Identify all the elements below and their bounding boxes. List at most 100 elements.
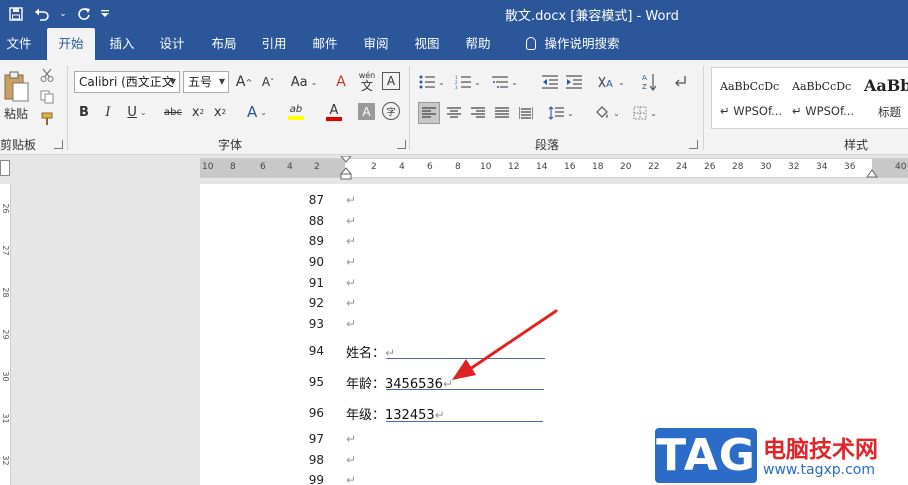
style-item[interactable]: AaBbCcDc ↵ WPSOf... (784, 68, 856, 128)
clipboard-launcher-icon[interactable] (54, 140, 63, 149)
increase-indent-button[interactable] (564, 72, 584, 92)
enclose-characters-icon: 字 (386, 107, 396, 118)
paste-button[interactable]: 粘贴 (0, 66, 32, 126)
align-right-icon (471, 107, 485, 118)
format-painter-icon[interactable] (38, 110, 56, 128)
line-spacing-button[interactable]: ⌄ (546, 103, 576, 123)
show-marks-button[interactable] (672, 72, 690, 92)
tell-me-search[interactable]: 操作说明搜索 (518, 28, 628, 60)
chevron-down-icon: ⌄ (567, 108, 574, 118)
chevron-down-icon: ⌄ (474, 77, 481, 87)
ruler-number: 30 (760, 162, 772, 172)
redo-icon[interactable] (74, 4, 94, 24)
decrease-indent-icon (542, 75, 558, 89)
numbering-icon: 123 (455, 75, 472, 89)
enclose-characters-button[interactable]: 字 (382, 102, 400, 120)
text-effects-button[interactable]: A ⌄ (242, 102, 272, 122)
right-indent-marker-icon[interactable] (866, 169, 878, 179)
character-shading-button[interactable]: A (358, 103, 375, 120)
underline-button[interactable]: U ⌄ (122, 102, 152, 122)
svg-text:A: A (606, 79, 613, 89)
paragraph-mark: ↵ (346, 255, 357, 269)
distributed-button[interactable] (516, 103, 536, 123)
borders-button[interactable]: ⌄ (630, 103, 660, 123)
style-sample: AaBbCcDc (792, 80, 852, 93)
save-icon[interactable] (6, 4, 26, 24)
line-spacing-icon (548, 106, 565, 120)
grade-label: 年级： (346, 408, 386, 423)
ruler-number: 28 (1, 287, 10, 298)
tab-selector[interactable] (0, 160, 10, 176)
paragraph-mark: ↵ (346, 234, 357, 248)
font-color-button[interactable]: A (318, 102, 350, 122)
undo-dropdown-icon[interactable]: ⌄ (58, 4, 68, 24)
undo-icon[interactable] (32, 4, 52, 24)
ruler-number: 26 (1, 203, 10, 214)
highlight-color-swatch (288, 116, 304, 120)
tell-me-label: 操作说明搜索 (544, 36, 620, 51)
tab-home[interactable]: 开始 (47, 28, 95, 60)
svg-text:Z: Z (642, 83, 647, 91)
tab-layout[interactable]: 布局 (202, 28, 246, 60)
style-sample: AaBbCcDc (720, 80, 780, 93)
watermark-site-name: 电脑技术网 (763, 437, 878, 463)
italic-button[interactable]: I (99, 102, 117, 122)
subscript-button[interactable]: x2 (189, 102, 207, 122)
phonetic-guide-button[interactable]: wén 文 (356, 68, 378, 94)
text-highlight-button[interactable]: ab (280, 102, 312, 122)
ruler-number: 18 (592, 162, 604, 172)
chevron-down-icon: ⌄ (511, 77, 518, 87)
tab-mailings[interactable]: 邮件 (303, 28, 347, 60)
clear-formatting-button[interactable]: A (331, 72, 351, 92)
font-size-combo[interactable]: 五号 ▼ (183, 71, 229, 93)
justify-button[interactable] (492, 103, 512, 123)
cut-icon[interactable] (38, 66, 56, 84)
align-left-button[interactable] (418, 102, 440, 124)
numbering-button[interactable]: 1 2 3 ⌄ (453, 72, 483, 92)
ruler-number: 27 (1, 245, 10, 256)
horizontal-ruler[interactable]: 10 8 6 4 2 2 4 6 8 10 12 14 16 18 20 22 … (200, 156, 908, 180)
character-border-icon: A (386, 74, 396, 88)
watermark: TAG 电脑技术网 www.tagxp.com (655, 428, 908, 485)
grow-font-button[interactable]: A ^ (234, 72, 254, 92)
chevron-down-icon: ▼ (169, 77, 176, 86)
customize-qat-icon[interactable] (100, 4, 110, 24)
decrease-indent-button[interactable] (540, 72, 560, 92)
font-launcher-icon[interactable] (397, 140, 406, 149)
font-name-combo[interactable]: Calibri (西文正文 ▼ (74, 71, 180, 93)
tab-insert[interactable]: 插入 (100, 28, 144, 60)
strikethrough-button[interactable]: abc (160, 102, 186, 122)
align-center-button[interactable] (444, 103, 464, 123)
ribbon-home: 粘贴 剪贴板 Calibri (西文正文 ▼ 五号 ▼ A ^ Aˇ Aa ⌄ A wé… (0, 60, 908, 155)
font-color-icon: A (329, 102, 339, 118)
style-item[interactable]: AaBb 标题 (856, 68, 908, 128)
ruler-number: 14 (536, 162, 548, 172)
chinese-layout-button[interactable]: A ⌄ (596, 72, 626, 92)
style-item[interactable]: AaBbCcDc ↵ WPSOf... (712, 68, 784, 128)
document-title: 散文.docx [兼容模式] - Word (505, 9, 679, 24)
tab-review[interactable]: 审阅 (354, 28, 398, 60)
character-border-button[interactable]: A (382, 72, 400, 90)
paste-icon (4, 71, 29, 101)
shading-button[interactable]: ⌄ (592, 103, 622, 123)
chevron-down-icon: ⌄ (438, 77, 445, 87)
tab-help[interactable]: 帮助 (456, 28, 500, 60)
tab-view[interactable]: 视图 (405, 28, 449, 60)
indent-marker-icon[interactable] (340, 156, 352, 180)
sort-button[interactable]: AZ (640, 70, 658, 94)
tab-file[interactable]: 文件 (0, 28, 38, 60)
vertical-ruler[interactable]: 26 27 28 29 30 31 32 (0, 184, 11, 485)
tab-references[interactable]: 引用 (252, 28, 296, 60)
multilevel-list-button[interactable]: ⌄ (490, 72, 520, 92)
tab-design[interactable]: 设计 (150, 28, 194, 60)
superscript-button[interactable]: x2 (211, 102, 229, 122)
increase-indent-icon (566, 75, 582, 89)
bullets-button[interactable]: ⌄ (417, 72, 447, 92)
shrink-font-button[interactable]: Aˇ (258, 72, 278, 92)
change-case-button[interactable]: Aa ⌄ (287, 72, 321, 92)
align-right-button[interactable] (468, 103, 488, 123)
copy-icon[interactable] (38, 88, 56, 106)
bold-button[interactable]: B (75, 102, 93, 122)
paragraph-launcher-icon[interactable] (689, 140, 698, 149)
group-divider (67, 66, 68, 150)
